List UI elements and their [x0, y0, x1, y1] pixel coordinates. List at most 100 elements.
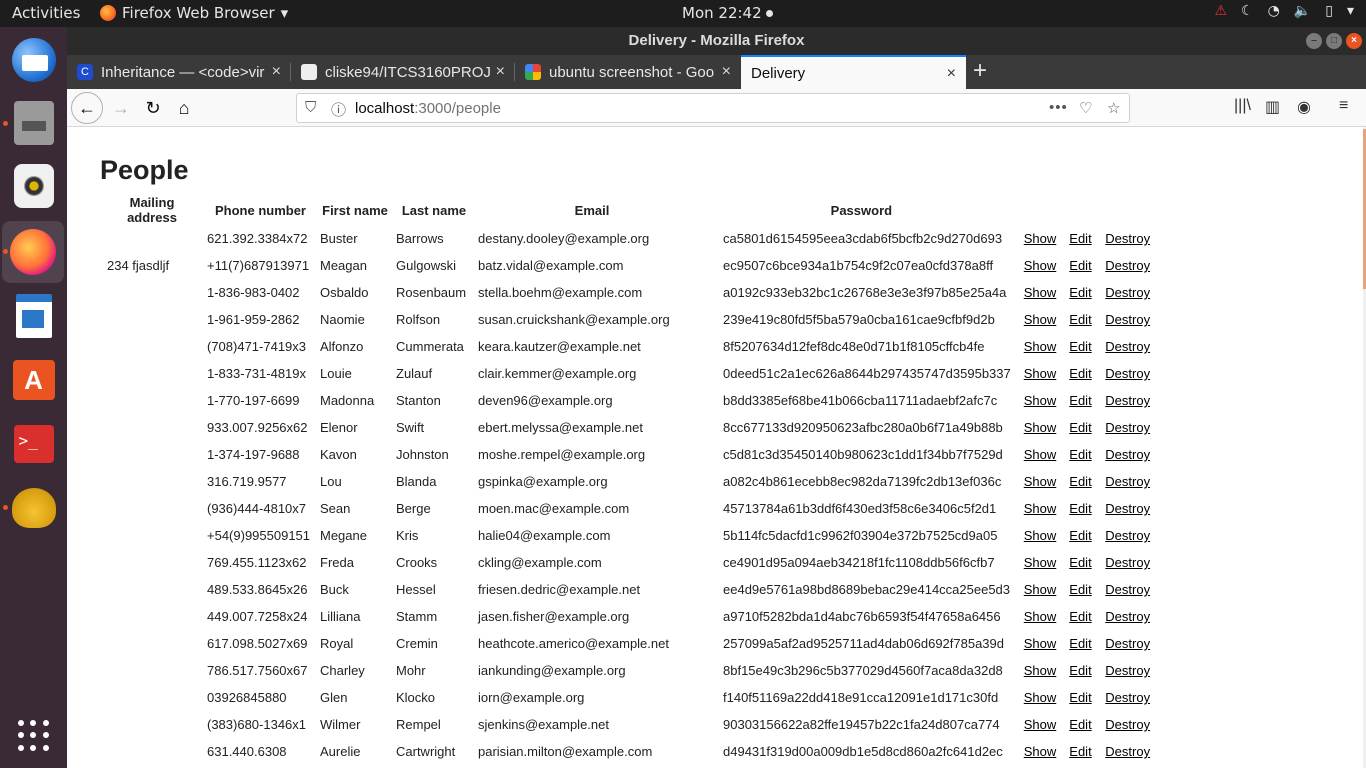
close-tab-icon[interactable]: ×	[722, 63, 731, 81]
url-text[interactable]: localhost:3000/people	[355, 100, 501, 117]
destroy-link[interactable]: Destroy	[1105, 690, 1150, 705]
show-link[interactable]: Show	[1024, 393, 1057, 408]
destroy-link[interactable]: Destroy	[1105, 636, 1150, 651]
dock-files[interactable]	[9, 98, 58, 147]
destroy-link[interactable]: Destroy	[1105, 312, 1150, 327]
edit-link[interactable]: Edit	[1069, 663, 1091, 678]
edit-link[interactable]: Edit	[1069, 447, 1091, 462]
dock-thunderbird[interactable]	[9, 35, 58, 84]
edit-link[interactable]: Edit	[1069, 744, 1091, 759]
tracking-shield-icon[interactable]: ⛉	[305, 99, 316, 116]
bookmark-star-icon[interactable]: ☆	[1107, 99, 1120, 117]
show-link[interactable]: Show	[1024, 501, 1057, 516]
show-link[interactable]: Show	[1024, 690, 1057, 705]
show-link[interactable]: Show	[1024, 366, 1057, 381]
destroy-link[interactable]: Destroy	[1105, 609, 1150, 624]
dock-software[interactable]: A	[9, 355, 58, 404]
show-link[interactable]: Show	[1024, 582, 1057, 597]
account-icon[interactable]: ◉	[1297, 97, 1311, 117]
close-window-button[interactable]: ×	[1346, 33, 1362, 49]
show-applications-button[interactable]	[9, 711, 58, 760]
edit-link[interactable]: Edit	[1069, 420, 1091, 435]
show-link[interactable]: Show	[1024, 447, 1057, 462]
dock-genie[interactable]	[9, 483, 58, 532]
show-link[interactable]: Show	[1024, 420, 1057, 435]
destroy-link[interactable]: Destroy	[1105, 393, 1150, 408]
dock-rhythmbox[interactable]	[9, 161, 58, 210]
edit-link[interactable]: Edit	[1069, 609, 1091, 624]
destroy-link[interactable]: Destroy	[1105, 744, 1150, 759]
show-link[interactable]: Show	[1024, 609, 1057, 624]
dock-libreoffice-writer[interactable]	[9, 291, 58, 340]
show-link[interactable]: Show	[1024, 339, 1057, 354]
home-button[interactable]: ⌂	[170, 94, 198, 122]
edit-link[interactable]: Edit	[1069, 474, 1091, 489]
destroy-link[interactable]: Destroy	[1105, 717, 1150, 732]
activities-button[interactable]: Activities	[12, 4, 80, 22]
tab-mdn-inheritance[interactable]: C Inheritance — <code>vir ×	[67, 55, 291, 89]
destroy-link[interactable]: Destroy	[1105, 339, 1150, 354]
edit-link[interactable]: Edit	[1069, 231, 1091, 246]
destroy-link[interactable]: Destroy	[1105, 285, 1150, 300]
edit-link[interactable]: Edit	[1069, 528, 1091, 543]
show-link[interactable]: Show	[1024, 744, 1057, 759]
tab-delivery[interactable]: Delivery ×	[741, 55, 966, 89]
dock-terminal[interactable]: >_	[9, 419, 58, 468]
back-button[interactable]: ←	[71, 92, 103, 124]
show-link[interactable]: Show	[1024, 663, 1057, 678]
window-titlebar[interactable]: Delivery - Mozilla Firefox – □ ×	[67, 27, 1366, 55]
menu-hamburger-icon[interactable]: ≡	[1339, 97, 1348, 115]
destroy-link[interactable]: Destroy	[1105, 420, 1150, 435]
destroy-link[interactable]: Destroy	[1105, 555, 1150, 570]
close-tab-icon[interactable]: ×	[496, 63, 505, 81]
dock-firefox[interactable]	[2, 221, 64, 283]
show-link[interactable]: Show	[1024, 717, 1057, 732]
destroy-link[interactable]: Destroy	[1105, 447, 1150, 462]
edit-link[interactable]: Edit	[1069, 501, 1091, 516]
show-link[interactable]: Show	[1024, 285, 1057, 300]
library-icon[interactable]: |||\	[1234, 97, 1251, 115]
show-link[interactable]: Show	[1024, 636, 1057, 651]
close-tab-icon[interactable]: ×	[947, 65, 956, 83]
edit-link[interactable]: Edit	[1069, 555, 1091, 570]
destroy-link[interactable]: Destroy	[1105, 231, 1150, 246]
show-link[interactable]: Show	[1024, 474, 1057, 489]
tab-github[interactable]: cliske94/ITCS3160PROJE ×	[291, 55, 515, 89]
destroy-link[interactable]: Destroy	[1105, 501, 1150, 516]
edit-link[interactable]: Edit	[1069, 285, 1091, 300]
close-tab-icon[interactable]: ×	[272, 63, 281, 81]
app-menu[interactable]: Firefox Web Browser ▾	[100, 4, 288, 22]
destroy-link[interactable]: Destroy	[1105, 474, 1150, 489]
minimize-button[interactable]: –	[1306, 33, 1322, 49]
show-link[interactable]: Show	[1024, 312, 1057, 327]
reload-button[interactable]: ↻	[139, 94, 167, 122]
sidebar-icon[interactable]: ▥	[1265, 97, 1280, 117]
edit-link[interactable]: Edit	[1069, 636, 1091, 651]
destroy-link[interactable]: Destroy	[1105, 582, 1150, 597]
edit-link[interactable]: Edit	[1069, 717, 1091, 732]
show-link[interactable]: Show	[1024, 258, 1057, 273]
tab-google[interactable]: ubuntu screenshot - Goo ×	[515, 55, 741, 89]
new-tab-button[interactable]: +	[973, 57, 987, 85]
page-actions-icon[interactable]: •••	[1049, 99, 1068, 116]
clock[interactable]: Mon 22:42	[682, 4, 773, 22]
edit-link[interactable]: Edit	[1069, 582, 1091, 597]
pocket-icon[interactable]: ♡	[1079, 99, 1092, 117]
show-link[interactable]: Show	[1024, 231, 1057, 246]
edit-link[interactable]: Edit	[1069, 393, 1091, 408]
edit-link[interactable]: Edit	[1069, 690, 1091, 705]
destroy-link[interactable]: Destroy	[1105, 528, 1150, 543]
edit-link[interactable]: Edit	[1069, 258, 1091, 273]
url-bar[interactable]: ⛉ ⓘ localhost:3000/people ••• ♡ ☆	[296, 93, 1130, 123]
edit-link[interactable]: Edit	[1069, 339, 1091, 354]
maximize-button[interactable]: □	[1326, 33, 1342, 49]
warning-icon[interactable]: ⚠	[1214, 3, 1227, 19]
edit-link[interactable]: Edit	[1069, 366, 1091, 381]
edit-link[interactable]: Edit	[1069, 312, 1091, 327]
show-link[interactable]: Show	[1024, 555, 1057, 570]
site-info-icon[interactable]: ⓘ	[331, 99, 346, 120]
destroy-link[interactable]: Destroy	[1105, 258, 1150, 273]
destroy-link[interactable]: Destroy	[1105, 366, 1150, 381]
show-link[interactable]: Show	[1024, 528, 1057, 543]
forward-button[interactable]: →	[107, 94, 135, 122]
